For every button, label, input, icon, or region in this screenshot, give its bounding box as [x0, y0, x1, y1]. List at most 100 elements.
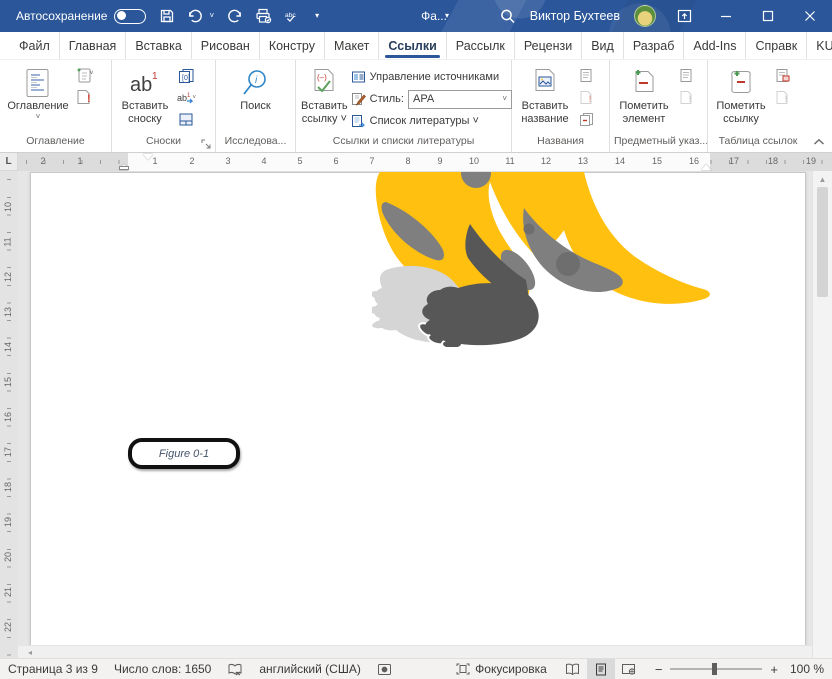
read-mode-button[interactable]	[559, 659, 587, 679]
mark-citation-icon	[726, 66, 756, 100]
document-title[interactable]: Фа... ▾	[421, 9, 449, 23]
ribbon-tab[interactable]: Вставка	[126, 32, 192, 59]
ribbon-tab[interactable]: Рассылк	[447, 32, 515, 59]
bibliography-button[interactable]: Список литературы ˅	[351, 111, 512, 131]
vertical-scroll-thumb[interactable]	[817, 187, 828, 297]
quick-access-toolbar: Автосохранение ˅ abc ▾	[8, 8, 319, 25]
insert-endnote-icon[interactable]: [0]	[176, 66, 196, 85]
footnote-icon: ab 1	[128, 66, 162, 100]
vertical-ruler[interactable]: 10 11 12 13 14 15 16 17 18 19 20 21 22	[0, 171, 18, 658]
scroll-up-icon[interactable]: ▲	[813, 175, 832, 184]
ribbon-tab[interactable]: KUTOOL	[807, 32, 832, 59]
autosave-toggle[interactable]	[114, 8, 147, 24]
svg-text:!: !	[785, 94, 788, 104]
horizontal-ruler[interactable]: 2 1 1 2 3 4 5 6 7 8 9 10 11 12 13 14 15 16 17 18 19	[18, 153, 832, 171]
word-count[interactable]: Число слов: 1650	[114, 662, 211, 676]
spellcheck-icon[interactable]: abc	[284, 8, 301, 25]
mark-entry-button[interactable]: Пометить элемент	[615, 63, 673, 126]
status-bar: Страница 3 из 9 Число слов: 1650 английс…	[0, 658, 832, 679]
undo-icon[interactable]	[187, 8, 204, 25]
save-icon[interactable]	[158, 8, 175, 25]
svg-text:˅: ˅	[193, 95, 197, 101]
ruler-number: 8	[405, 156, 411, 166]
print-layout-button[interactable]	[586, 658, 615, 679]
right-indent-marker[interactable]	[701, 164, 711, 170]
proofing-status[interactable]	[227, 663, 243, 676]
toc-button[interactable]: Оглавление ˅	[5, 63, 71, 121]
update-table-of-authorities-icon[interactable]: !	[772, 88, 792, 107]
group-captions: Вставить название ! Названия	[512, 60, 610, 152]
horizontal-scrollbar[interactable]: ◂	[18, 645, 812, 658]
dinosaur-image[interactable]	[372, 172, 712, 347]
collapse-ribbon-button[interactable]	[808, 60, 830, 152]
ruler-number: 17	[3, 446, 14, 458]
ribbon-tab[interactable]: Add-Ins	[684, 32, 747, 59]
zoom-slider-handle[interactable]	[712, 663, 718, 675]
ruler-number: 17	[728, 156, 740, 166]
insert-index-icon[interactable]	[676, 66, 696, 85]
qat-more-icon[interactable]: ▾	[315, 12, 319, 20]
undo-dropdown-icon[interactable]: ˅	[209, 12, 214, 20]
ribbon-tab[interactable]: Ссылки	[379, 32, 447, 59]
language-indicator[interactable]: английский (США)	[259, 662, 360, 676]
tab-stop-selector[interactable]: L	[0, 153, 18, 171]
show-notes-icon[interactable]	[176, 110, 196, 129]
ribbon-tab[interactable]: Вид	[582, 32, 624, 59]
footnotes-dialog-launcher-icon[interactable]	[201, 138, 213, 150]
zoom-out-button[interactable]: −	[655, 663, 663, 676]
ribbon-display-options-icon[interactable]	[670, 8, 698, 25]
zoom-level[interactable]: 100 %	[786, 662, 824, 676]
toc-icon	[24, 66, 52, 100]
ruler-number: 14	[3, 341, 14, 353]
cross-reference-icon[interactable]	[576, 110, 596, 129]
insert-caption-button[interactable]: Вставить название	[517, 63, 573, 126]
page-indicator[interactable]: Страница 3 из 9	[8, 662, 98, 676]
ruler-number: 9	[437, 156, 443, 166]
redo-icon[interactable]	[226, 8, 243, 25]
maximize-button[interactable]	[754, 8, 782, 25]
autosave-control[interactable]: Автосохранение	[16, 8, 147, 24]
left-indent-marker[interactable]	[119, 166, 129, 170]
next-footnote-icon[interactable]: ab 1 ˅	[176, 88, 196, 107]
first-line-indent-marker[interactable]	[143, 154, 153, 160]
add-text-icon[interactable]: ˅	[74, 66, 94, 85]
ribbon-tab[interactable]: Главная	[60, 32, 127, 59]
mark-entry-icon	[629, 66, 659, 100]
mark-citation-button[interactable]: Пометить ссылку	[713, 63, 769, 126]
vertical-scrollbar[interactable]: ▲	[812, 171, 832, 658]
update-table-of-figures-icon[interactable]: !	[576, 88, 596, 107]
insert-table-of-figures-icon[interactable]	[576, 66, 596, 85]
zoom-in-button[interactable]: +	[770, 663, 778, 676]
print-icon[interactable]	[255, 8, 272, 25]
update-index-icon[interactable]: !	[676, 88, 696, 107]
manage-sources-button[interactable]: Управление источниками	[351, 67, 512, 87]
ribbon-tab[interactable]: Макет	[325, 32, 380, 59]
ribbon-tab[interactable]: Рисован	[192, 32, 260, 59]
web-layout-button[interactable]	[615, 659, 643, 679]
group-label: Таблица ссылок	[718, 135, 798, 147]
macro-recording[interactable]	[377, 663, 392, 676]
title-dropdown-icon[interactable]: ▾	[445, 12, 449, 20]
citation-style-select[interactable]: APA ˅	[407, 89, 512, 109]
search-button[interactable]: i Поиск	[227, 63, 285, 113]
ribbon-tab[interactable]: Рецензи	[515, 32, 583, 59]
insert-table-of-authorities-icon[interactable]	[772, 66, 792, 85]
insert-footnote-button[interactable]: ab 1 Вставить сноску	[117, 63, 173, 126]
user-name[interactable]: Виктор Бухтеев	[530, 9, 620, 23]
update-toc-icon[interactable]: !	[74, 88, 94, 107]
zoom-slider[interactable]	[670, 663, 763, 675]
insert-citation-button[interactable]: (–) Вставить ссылку ˅	[301, 63, 348, 126]
close-button[interactable]	[796, 8, 824, 25]
ribbon-tab[interactable]: Справк	[746, 32, 808, 59]
chevron-up-icon	[814, 138, 824, 145]
figure-caption[interactable]: Figure 0-1	[128, 438, 240, 469]
avatar[interactable]	[634, 5, 656, 27]
ruler-number: 11	[505, 156, 515, 166]
ribbon-tab[interactable]: Констру	[260, 32, 325, 59]
search-icon[interactable]	[499, 8, 516, 25]
group-label: Ссылки и списки литературы	[332, 135, 475, 147]
focus-mode-button[interactable]: Фокусировка	[456, 662, 547, 676]
minimize-button[interactable]	[712, 8, 740, 25]
ribbon-tab[interactable]: Файл	[10, 32, 60, 59]
ribbon-tab[interactable]: Разраб	[624, 32, 685, 59]
